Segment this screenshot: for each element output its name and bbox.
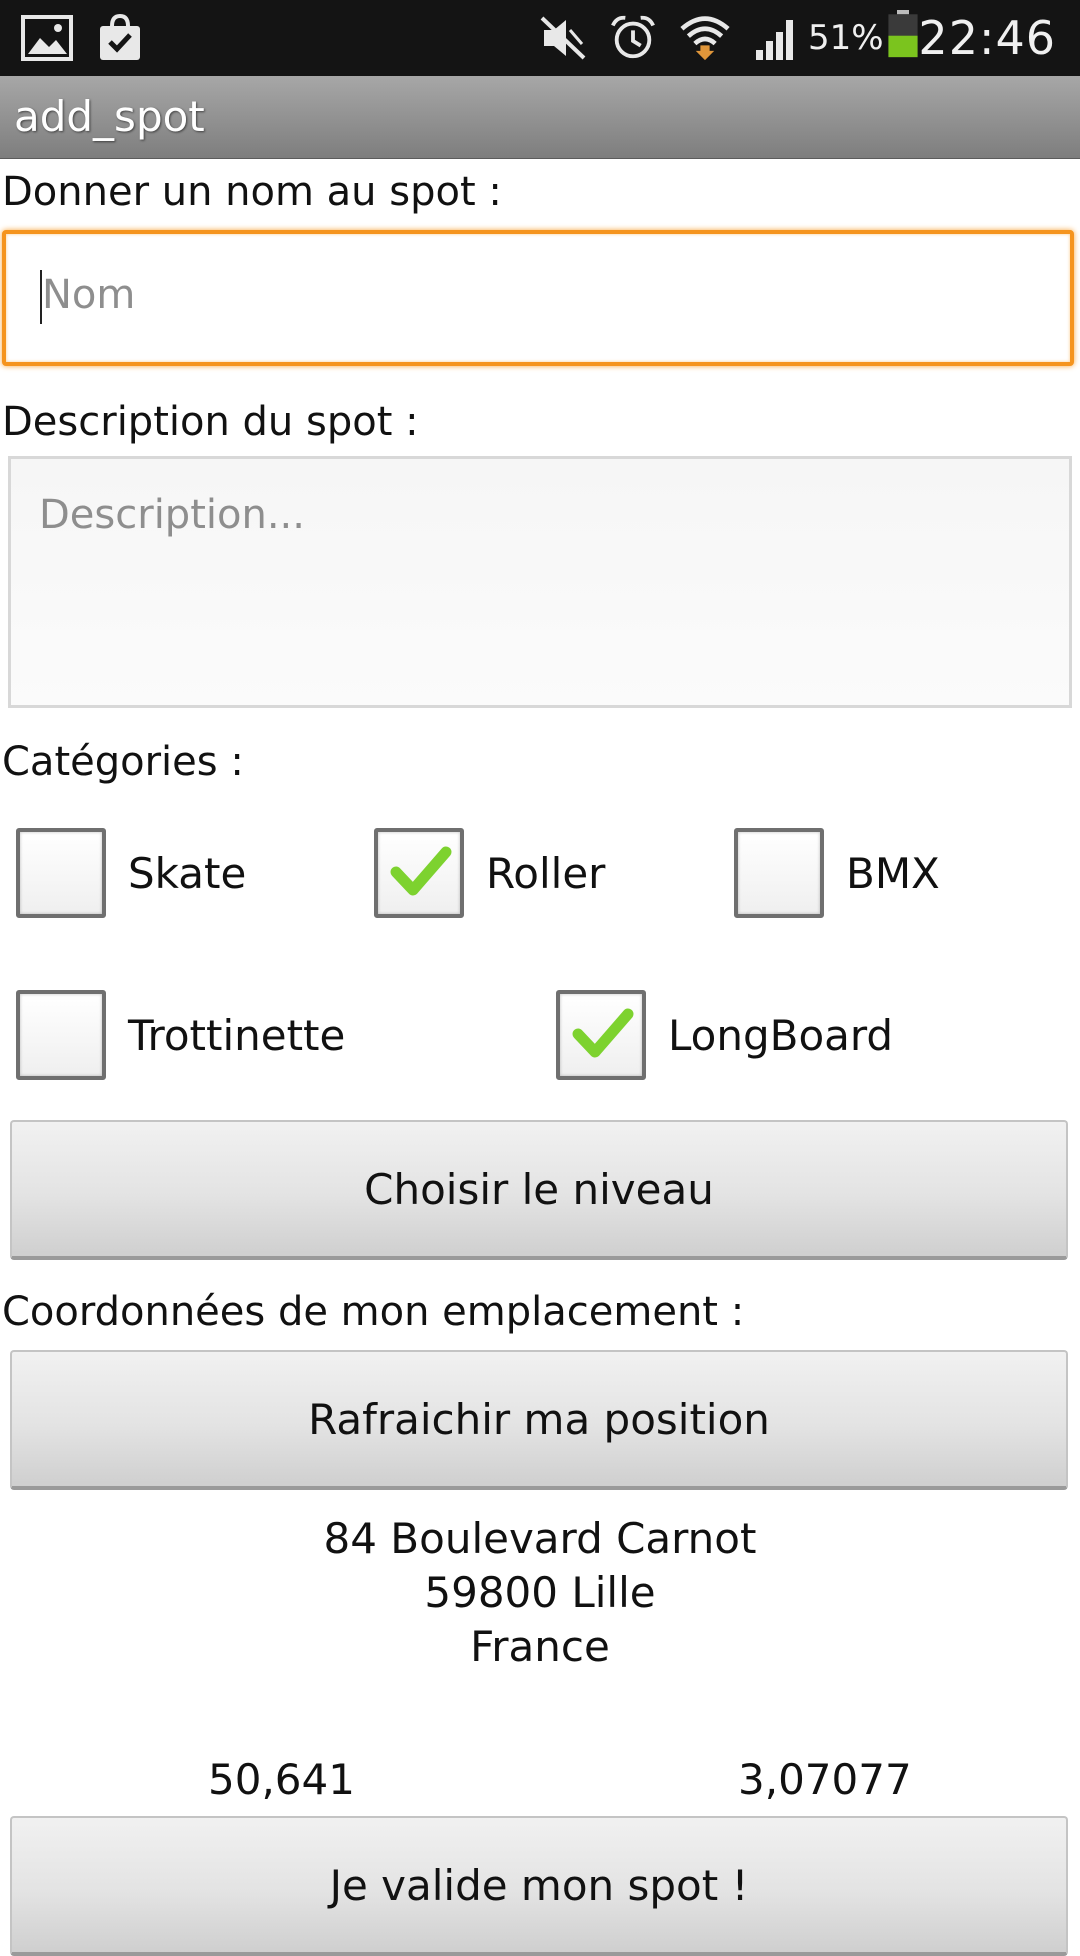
checkbox-label-roller[interactable]: Roller xyxy=(486,846,605,902)
checkbox-box[interactable] xyxy=(734,828,824,918)
address-text: 84 Boulevard Carnot 59800 Lille France xyxy=(0,1512,1080,1674)
image-icon xyxy=(21,15,73,61)
checkbox-box[interactable] xyxy=(16,828,106,918)
wifi-icon xyxy=(680,16,730,61)
checkbox-box[interactable] xyxy=(556,990,646,1080)
checkbox-label-longboard[interactable]: LongBoard xyxy=(668,1008,893,1064)
submit-spot-label: Je valide mon spot ! xyxy=(329,1861,749,1910)
battery-percent: 51% xyxy=(808,18,884,58)
choose-level-label: Choisir le niveau xyxy=(364,1165,714,1214)
alarm-icon xyxy=(611,15,655,59)
shopping-bag-icon xyxy=(100,14,140,60)
description-label: Description du spot : xyxy=(2,399,419,445)
longitude-value: 3,07077 xyxy=(738,1755,912,1804)
checkbox-box[interactable] xyxy=(374,828,464,918)
description-placeholder: Description... xyxy=(39,492,305,538)
checkbox-label-trottinette[interactable]: Trottinette xyxy=(128,1008,345,1064)
status-bar: 51% 22:46 xyxy=(0,0,1080,76)
location-label: Coordonnées de mon emplacement : xyxy=(2,1289,745,1335)
checkbox-label-skate[interactable]: Skate xyxy=(128,846,246,902)
name-label: Donner un nom au spot : xyxy=(2,169,502,215)
categories-label: Catégories : xyxy=(2,739,244,785)
choose-level-button[interactable]: Choisir le niveau xyxy=(10,1120,1068,1260)
checkbox-label-bmx[interactable]: BMX xyxy=(846,846,940,902)
app-title: add_spot xyxy=(14,92,205,141)
clock: 22:46 xyxy=(918,11,1056,65)
checkmark-icon xyxy=(572,1008,634,1058)
checkmark-icon xyxy=(390,846,452,896)
signal-icon xyxy=(756,20,793,60)
address-street: 84 Boulevard Carnot xyxy=(323,1514,757,1563)
address-city: 59800 Lille xyxy=(424,1568,656,1617)
name-input[interactable]: Nom xyxy=(2,230,1074,366)
battery-icon xyxy=(888,10,918,58)
refresh-position-label: Rafraichir ma position xyxy=(308,1395,770,1444)
submit-spot-button[interactable]: Je valide mon spot ! xyxy=(10,1816,1068,1956)
address-country: France xyxy=(470,1622,610,1671)
mute-icon xyxy=(540,16,586,60)
description-input[interactable]: Description... xyxy=(8,456,1072,708)
app-title-bar: add_spot xyxy=(0,76,1080,159)
latitude-value: 50,641 xyxy=(208,1755,355,1804)
refresh-position-button[interactable]: Rafraichir ma position xyxy=(10,1350,1068,1490)
name-placeholder: Nom xyxy=(42,272,136,318)
checkbox-box[interactable] xyxy=(16,990,106,1080)
